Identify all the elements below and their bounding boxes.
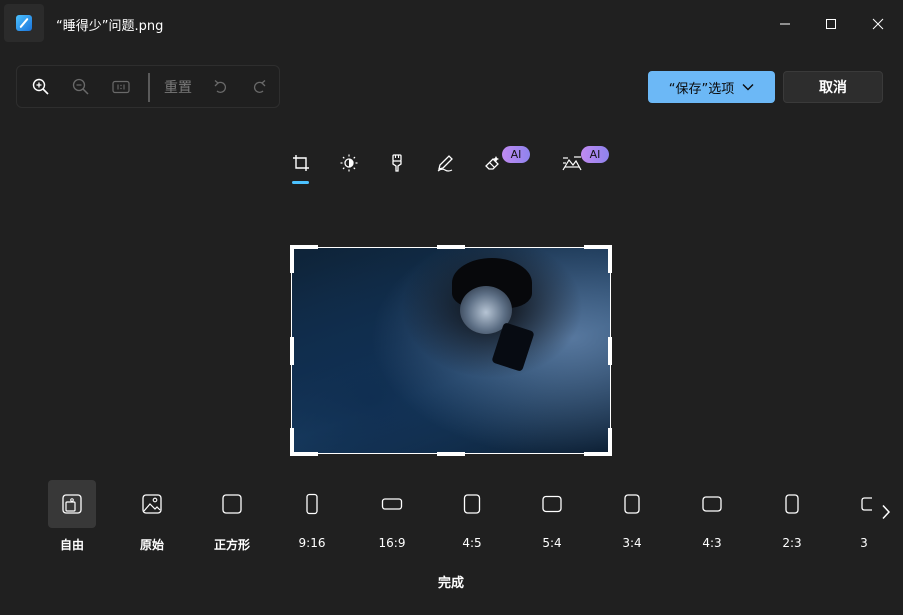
photo-preview [292,248,610,453]
crop-handle-top-left[interactable] [290,245,318,249]
ratio-label: 9:16 [298,536,326,550]
ratio-label: 5:4 [542,536,562,550]
cancel-button[interactable]: 取消 [783,71,883,103]
ratio-4-5-button[interactable] [448,480,496,528]
title-bar: “睡得少”问题.png [0,0,903,48]
maximize-icon [826,19,836,29]
close-button[interactable] [855,0,901,48]
save-options-label: “保存”选项 [668,81,735,97]
ratio-4-3-button[interactable] [688,480,736,528]
zoom-out-button[interactable] [61,66,101,107]
edit-toolbar: 重置 [16,65,280,108]
chevron-right-icon [882,504,891,520]
portrait-ratio-icon [306,493,318,515]
ratio-label: 4:5 [462,536,482,550]
ai-badge: AI [581,146,609,163]
ratio-3-4-button[interactable] [608,480,656,528]
crop-icon [293,155,309,171]
actual-size-icon [112,80,130,93]
close-icon [872,18,884,30]
ratio-free-button[interactable] [48,480,96,528]
ratio-scroll-next-button[interactable] [873,498,899,526]
brightness-icon [340,154,358,172]
toolbar-divider [148,73,150,102]
crop-area[interactable] [291,247,611,454]
save-options-button[interactable]: “保存”选项 [648,71,775,103]
image-icon [142,494,162,514]
ratio-label: 原始 [139,538,164,552]
ratio-square-button[interactable] [208,480,256,528]
photos-app-icon [16,15,32,31]
undo-icon [214,79,227,93]
ai-badge: AI [502,146,530,163]
redo-icon [253,79,266,93]
ratio-label: 2:3 [782,536,802,550]
portrait-ratio-icon [463,494,481,514]
crop-handle-bottom[interactable] [437,452,465,456]
portrait-ratio-icon [785,494,799,514]
ratio-label: 16:9 [378,536,406,550]
markup-icon [392,154,402,172]
tab-markup[interactable] [430,148,460,178]
crop-handle-bottom-right[interactable] [608,428,612,456]
ratio-label: 4:3 [702,536,722,550]
app-icon-button[interactable] [4,4,44,42]
ratio-label: 自由 [59,538,84,552]
ratio-original-button[interactable] [128,480,176,528]
crop-handle-left[interactable] [290,337,294,365]
window-title: “睡得少”问题.png [56,19,164,34]
background-blur-icon [562,156,582,171]
portrait-ratio-icon [624,494,640,514]
tab-filter[interactable] [382,148,412,178]
erase-icon [485,156,499,170]
ratio-2-3-button[interactable] [768,480,816,528]
free-ratio-icon [62,494,82,514]
tab-crop[interactable] [286,148,316,178]
maximize-button[interactable] [808,0,854,48]
active-tab-indicator [292,181,309,184]
ratio-9-16-button[interactable] [288,480,336,528]
actual-size-button[interactable] [101,66,141,107]
ratio-label: 正方形 [213,538,250,552]
crop-handle-right[interactable] [608,337,612,365]
zoom-out-icon [72,78,89,95]
done-button[interactable]: 完成 [420,572,482,594]
landscape-ratio-icon [861,497,872,511]
ratio-3-2-button[interactable] [848,480,872,528]
reset-button[interactable]: 重置 [157,66,199,107]
crop-handle-bottom-left[interactable] [290,428,294,456]
undo-button[interactable] [201,66,241,107]
redo-button[interactable] [239,66,279,107]
crop-handle-bottom-left[interactable] [290,452,318,456]
square-ratio-icon [222,494,242,514]
tab-adjust[interactable] [334,148,364,178]
minimize-button[interactable] [762,0,808,48]
minimize-icon [780,23,790,25]
landscape-ratio-icon [542,495,562,513]
ratio-5-4-button[interactable] [528,480,576,528]
landscape-ratio-icon [702,496,722,512]
ratio-label: 3 [860,536,868,550]
ratio-16-9-button[interactable] [368,480,416,528]
landscape-ratio-icon [381,498,403,510]
chevron-down-icon [742,84,754,91]
ratio-label: 3:4 [622,536,642,550]
zoom-in-icon [32,78,49,95]
crop-handle-top[interactable] [437,245,465,249]
crop-handle-top-right[interactable] [608,245,612,273]
zoom-in-button[interactable] [21,66,61,107]
crop-handle-top-left[interactable] [290,245,294,273]
pen-icon [437,155,453,172]
